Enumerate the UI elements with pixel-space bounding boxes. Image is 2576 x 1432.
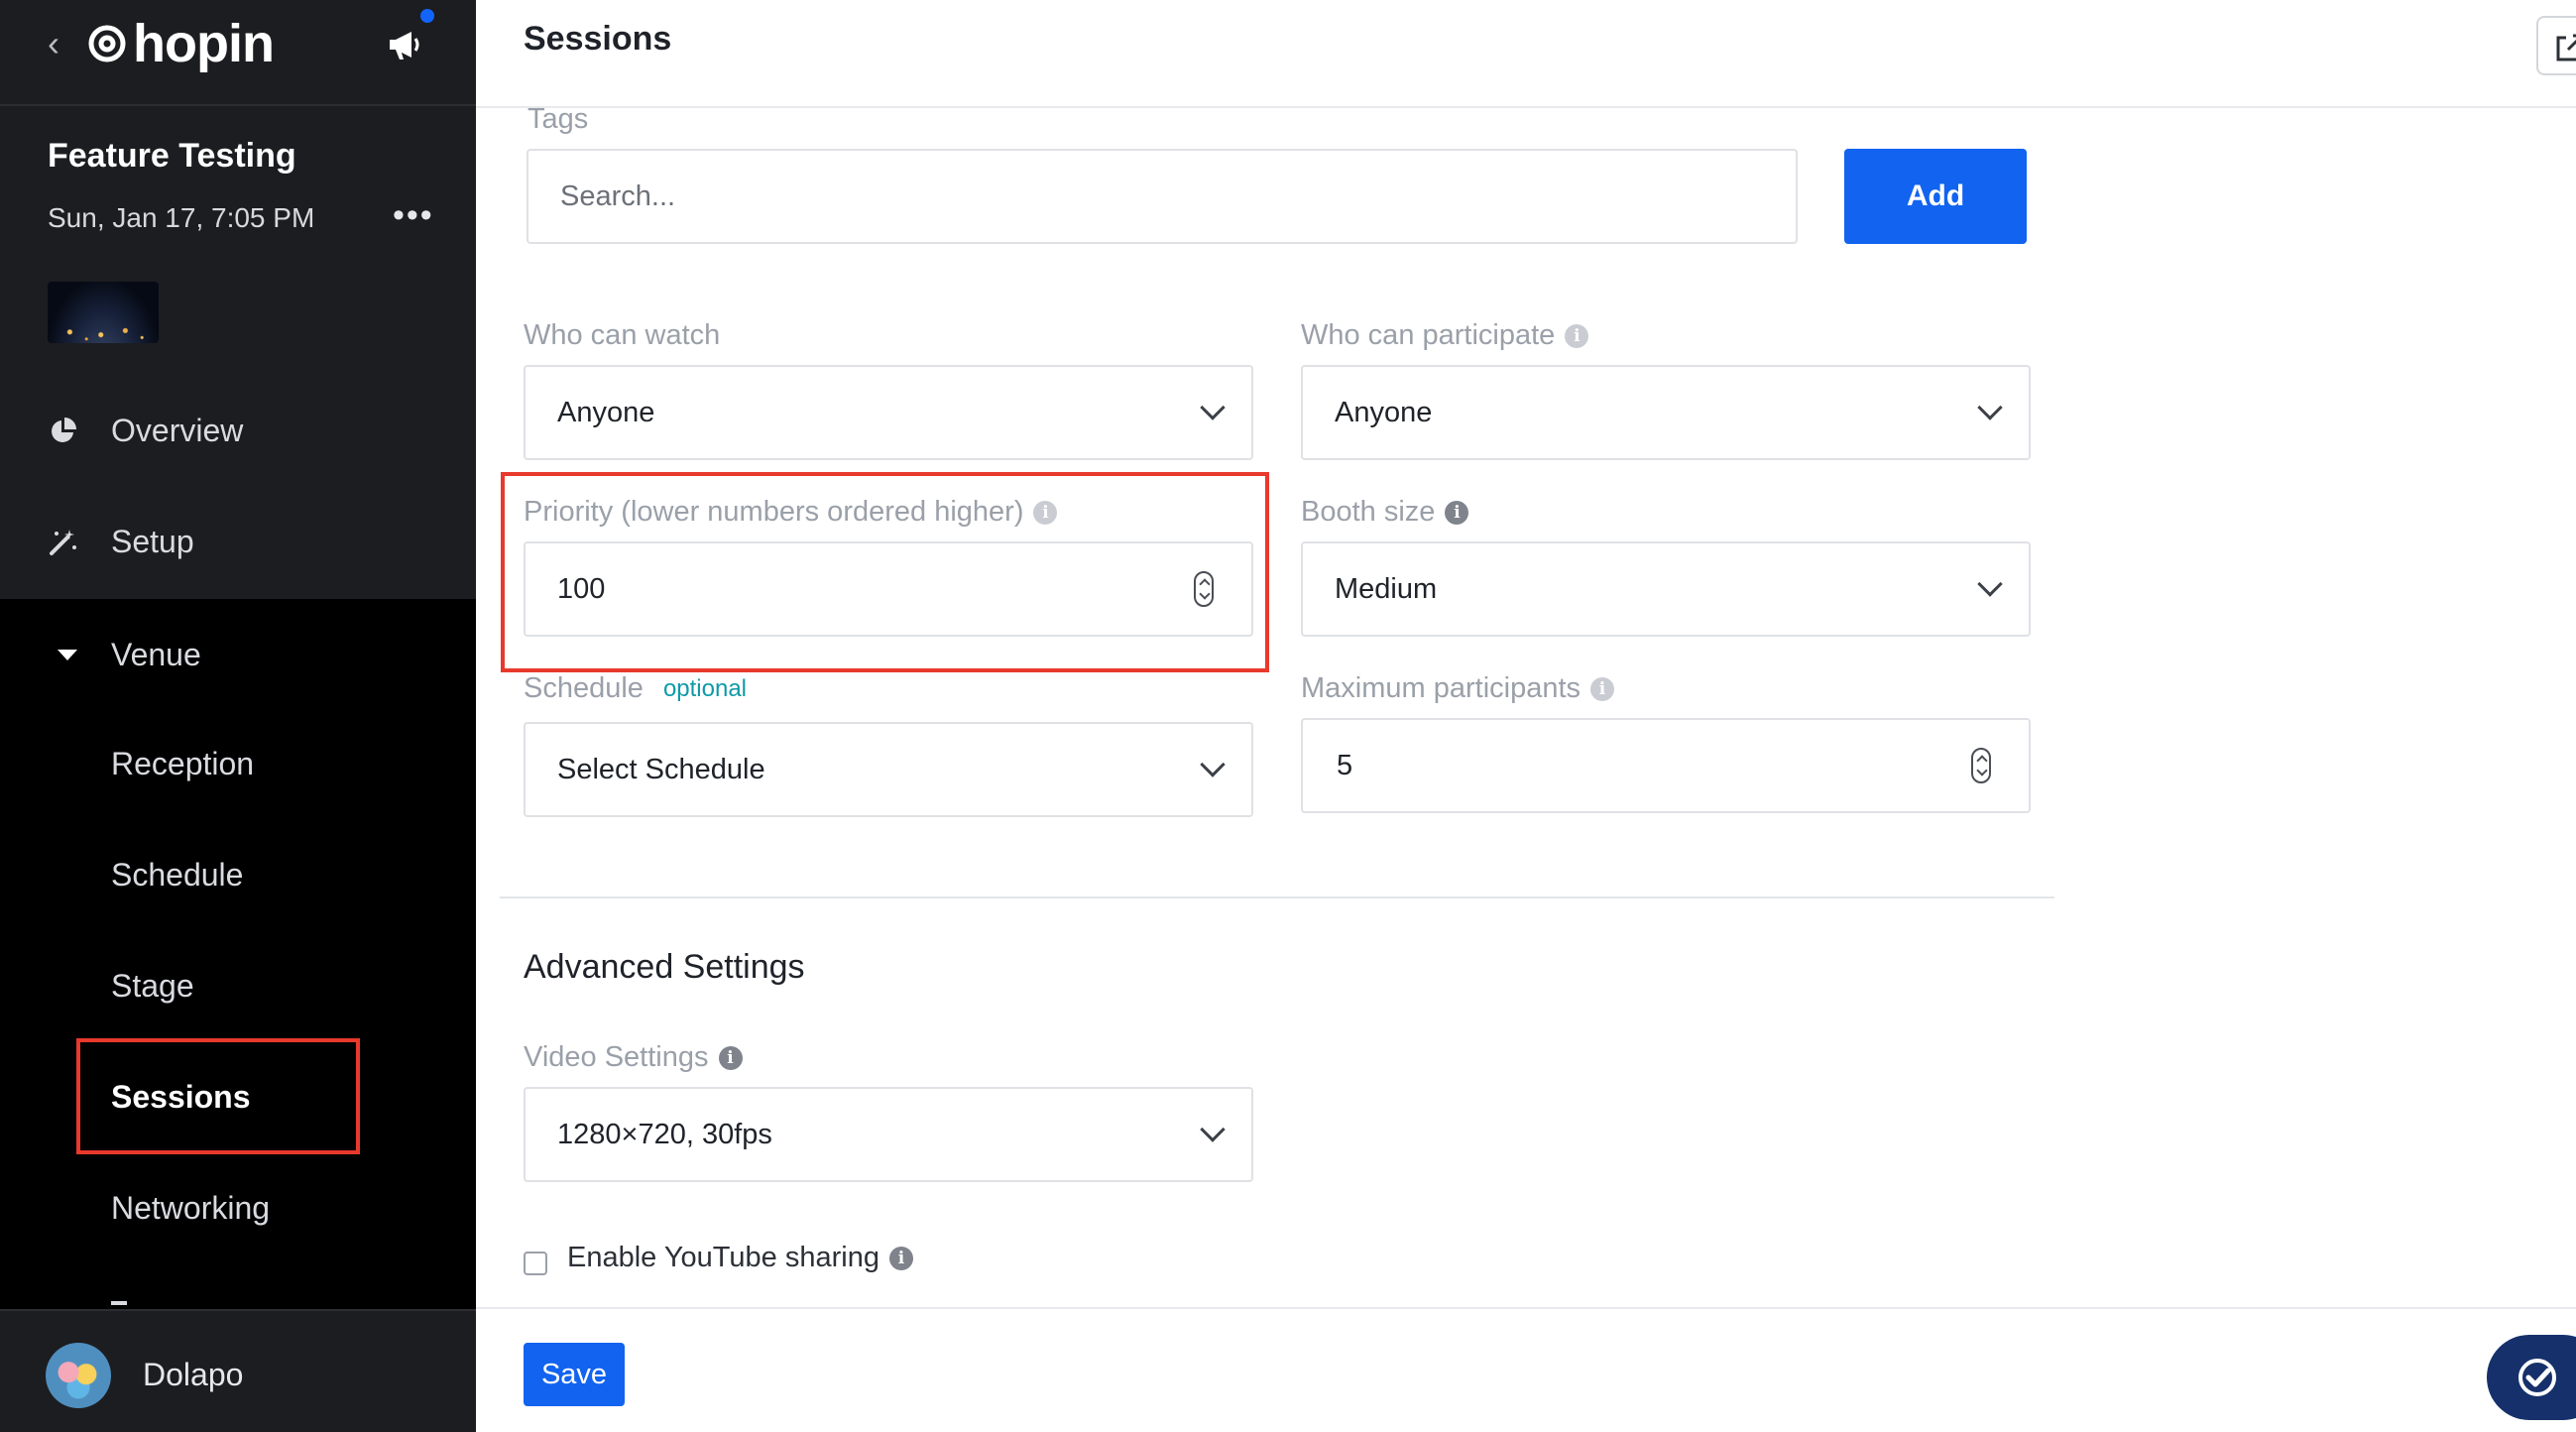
- external-link-icon: [2556, 34, 2576, 61]
- hopin-logo-mark-icon: [88, 25, 126, 62]
- pie-chart-icon: [52, 418, 76, 442]
- booth-size-select[interactable]: Medium: [1301, 541, 2031, 637]
- schedule-value: Select Schedule: [557, 753, 765, 785]
- avatar[interactable]: [46, 1343, 111, 1408]
- info-icon[interactable]: i: [718, 1045, 743, 1070]
- event-thumbnail: [48, 282, 159, 343]
- sidebar-item-label: Venue: [111, 636, 201, 672]
- info-icon[interactable]: i: [1565, 323, 1589, 348]
- who-can-participate-label: Who can participate i: [1301, 319, 1589, 352]
- logo-text: hopin: [133, 14, 275, 73]
- event-date: Sun, Jan 17, 7:05 PM: [48, 202, 315, 233]
- chevron-down-icon: [1200, 1117, 1226, 1142]
- chevron-down-icon: [1200, 752, 1226, 777]
- booth-size-label: Booth size i: [1301, 496, 1469, 529]
- priority-highlight-box: [501, 472, 1269, 672]
- main-header: Sessions: [476, 0, 2576, 108]
- youtube-sharing-label-text: Enable YouTube sharing: [567, 1242, 879, 1273]
- advanced-settings-title: Advanced Settings: [524, 948, 805, 986]
- open-external-button[interactable]: [2536, 16, 2576, 75]
- sidebar-item-label: Overview: [111, 412, 244, 448]
- video-settings-value: 1280×720, 30fps: [557, 1118, 772, 1150]
- sidebar-subitem-schedule[interactable]: Schedule: [111, 857, 243, 894]
- sidebar-item-overview[interactable]: Overview: [0, 375, 476, 486]
- sessions-highlight-box: [76, 1038, 360, 1154]
- optional-tag: optional: [662, 674, 748, 702]
- max-participants-value: 5: [1337, 749, 1353, 781]
- chevron-down-icon: [1977, 395, 2003, 420]
- who-can-watch-label: Who can watch: [524, 319, 720, 352]
- sidebar-subitem-networking[interactable]: Networking: [111, 1190, 270, 1227]
- add-tag-button[interactable]: Add: [1844, 149, 2027, 244]
- max-participants-label: Maximum participants i: [1301, 672, 1615, 705]
- sidebar-header: ‹ hopin: [0, 0, 476, 106]
- sidebar-partial-item: [111, 1301, 127, 1305]
- video-settings-select[interactable]: 1280×720, 30fps: [524, 1087, 1253, 1182]
- booth-size-label-text: Booth size: [1301, 496, 1436, 528]
- check-badge-icon: [2518, 1359, 2556, 1396]
- max-participants-label-text: Maximum participants: [1301, 672, 1581, 704]
- info-icon[interactable]: i: [1445, 500, 1469, 525]
- tags-label: Tags: [527, 103, 588, 136]
- sidebar-subitem-stage[interactable]: Stage: [111, 968, 194, 1005]
- section-divider: [500, 896, 2054, 898]
- info-icon[interactable]: i: [1590, 676, 1615, 701]
- who-can-watch-select[interactable]: Anyone: [524, 365, 1253, 460]
- chevron-left-icon[interactable]: ‹: [48, 26, 71, 61]
- notification-dot: [417, 6, 437, 26]
- who-can-participate-select[interactable]: Anyone: [1301, 365, 2031, 460]
- caret-down-icon: [58, 649, 77, 660]
- save-button[interactable]: Save: [524, 1343, 625, 1406]
- tags-label-text: Tags: [527, 103, 589, 135]
- number-stepper-icon[interactable]: [1971, 748, 1991, 783]
- sidebar-item-setup[interactable]: Setup: [0, 486, 476, 597]
- user-name: Dolapo: [143, 1357, 244, 1392]
- who-can-participate-value: Anyone: [1335, 396, 1433, 428]
- magic-wand-icon: [50, 530, 76, 555]
- youtube-sharing-label: Enable YouTube sharing i: [567, 1242, 913, 1274]
- form-footer: Save: [476, 1307, 2576, 1432]
- more-options-icon[interactable]: •••: [393, 198, 434, 232]
- sidebar: ‹ hopin Feature Testing Sun, Jan 17, 7:0…: [0, 0, 476, 1432]
- who-can-watch-label-text: Who can watch: [524, 319, 721, 351]
- info-icon[interactable]: i: [888, 1246, 913, 1270]
- tags-search-placeholder: Search...: [560, 179, 676, 212]
- youtube-sharing-checkbox[interactable]: [524, 1252, 547, 1275]
- page-title: Sessions: [524, 20, 672, 58]
- venue-section: Venue Reception Schedule Stage Sessions …: [0, 599, 476, 1309]
- who-can-participate-label-text: Who can participate: [1301, 319, 1556, 351]
- tags-search-input[interactable]: Search...: [527, 149, 1798, 244]
- video-settings-label: Video Settings i: [524, 1041, 743, 1074]
- hopin-logo[interactable]: hopin: [85, 14, 275, 73]
- chevron-down-icon: [1200, 395, 1226, 420]
- sidebar-item-venue[interactable]: Venue: [0, 599, 476, 710]
- booth-size-value: Medium: [1335, 572, 1438, 605]
- event-title: Feature Testing: [48, 137, 296, 175]
- chevron-down-icon: [1977, 571, 2003, 597]
- schedule-select[interactable]: Select Schedule: [524, 722, 1253, 817]
- megaphone-icon[interactable]: [382, 20, 431, 69]
- video-settings-label-text: Video Settings: [524, 1041, 709, 1073]
- sidebar-subitem-reception[interactable]: Reception: [111, 746, 254, 782]
- who-can-watch-value: Anyone: [557, 396, 655, 428]
- max-participants-number-input[interactable]: 5: [1301, 718, 2031, 813]
- help-widget-button[interactable]: [2487, 1335, 2576, 1420]
- sidebar-item-label: Setup: [111, 523, 194, 559]
- schedule-label: Schedule optional: [524, 672, 747, 705]
- schedule-label-text: Schedule: [524, 672, 644, 704]
- sidebar-user[interactable]: Dolapo: [0, 1309, 476, 1432]
